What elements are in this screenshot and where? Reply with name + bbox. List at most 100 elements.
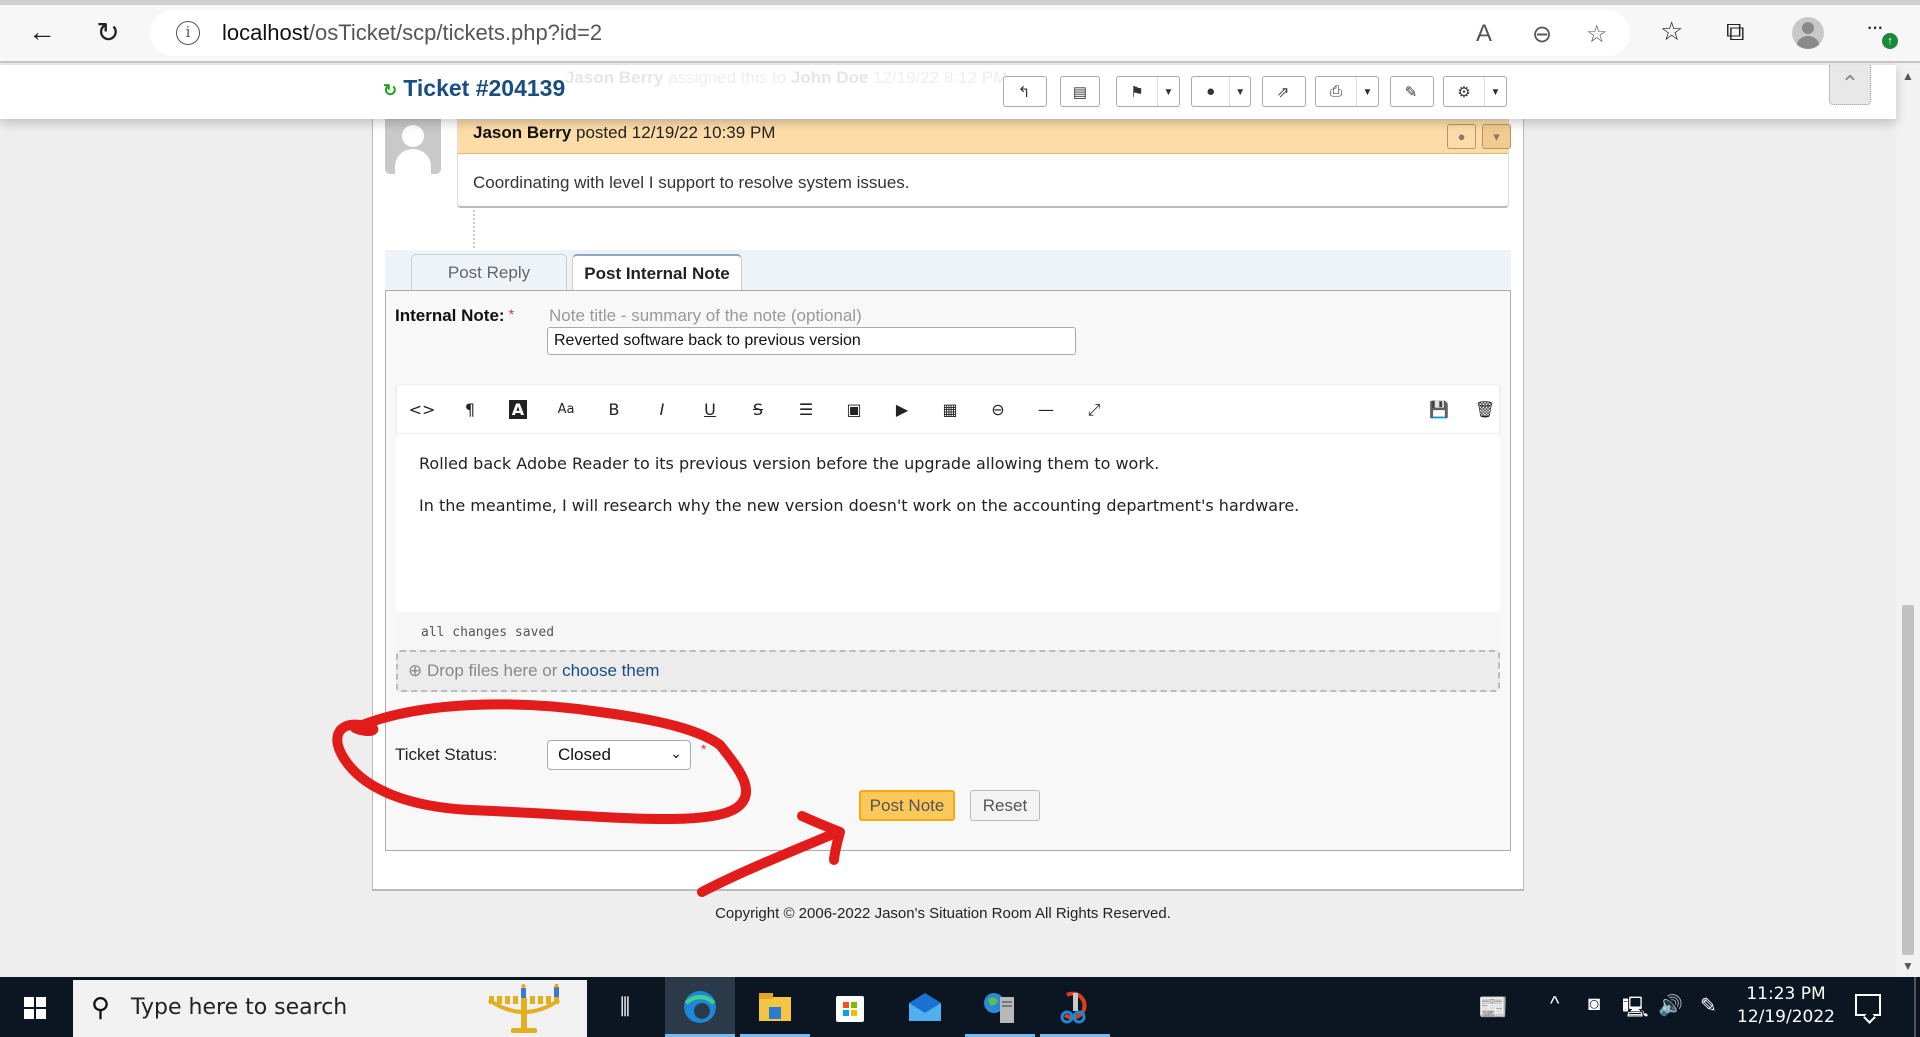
tab-post-reply[interactable]: Post Reply [411, 254, 567, 291]
start-button[interactable] [0, 977, 72, 1037]
font-color-icon[interactable]: A [503, 397, 533, 423]
thread-options-dropdown[interactable]: ▾ [1482, 124, 1511, 149]
site-info-icon[interactable]: i [176, 21, 200, 45]
required-marker: * [701, 741, 707, 757]
edge-icon [684, 991, 716, 1023]
notification-center-icon[interactable] [1855, 994, 1881, 1016]
taskbar-store[interactable] [815, 977, 885, 1037]
chevron-down-icon: ⌄ [670, 745, 682, 761]
faded-thread-event: Jason Berry assigned this to John Doe 12… [565, 68, 1008, 87]
taskbar-search[interactable]: ⚲ Type here to search [73, 980, 587, 1037]
copyright: Copyright © 2006-2022 Jason's Situation … [715, 905, 1171, 922]
assign-button[interactable]: ● ▼ [1191, 76, 1251, 107]
draft-status: all changes saved [421, 625, 555, 640]
zoom-out-icon[interactable]: ⊖ [1532, 20, 1552, 49]
delete-draft-icon[interactable]: 🗑 [1470, 397, 1500, 423]
thread-author: Jason Berry [473, 123, 572, 142]
taskbar-iis-manager[interactable] [965, 977, 1035, 1037]
fullscreen-icon[interactable]: ⤢ [1079, 397, 1109, 423]
reset-button[interactable]: Reset [970, 790, 1040, 821]
collections-icon[interactable]: ⧉ [1726, 16, 1745, 48]
show-hidden-icons-chevron[interactable]: ^ [1550, 993, 1559, 1016]
edit-note-button[interactable]: ▤ [1060, 76, 1100, 107]
meet-now-icon[interactable]: ◙ [1588, 993, 1600, 1016]
volume-icon[interactable]: 🔊 [1658, 993, 1683, 1018]
refresh-icon[interactable]: ↻ [383, 81, 397, 100]
favorites-icon[interactable]: ☆ [1660, 16, 1683, 47]
show-desktop-button[interactable] [1914, 977, 1916, 1037]
ticket-sticky-header: Jason Berry assigned this to John Doe 12… [0, 65, 1896, 119]
tab-post-internal-note[interactable]: Post Internal Note [572, 254, 742, 292]
scroll-to-top-button[interactable]: ⌃ [1829, 65, 1871, 105]
chevron-down-icon: ▼ [1484, 77, 1506, 106]
underline-icon[interactable]: U [695, 397, 725, 423]
document-icon: ▤ [1072, 83, 1088, 101]
list-icon[interactable]: ☰ [791, 397, 821, 423]
address-bar[interactable]: i localhost/osTicket/scp/tickets.php?id=… [150, 10, 1630, 56]
thread-entry-header: Jason Berry posted 12/19/22 10:39 PM ● ▾ [458, 120, 1511, 154]
url-text[interactable]: localhost/osTicket/scp/tickets.php?id=2 [222, 20, 602, 46]
network-icon[interactable]: 🖳 [1622, 993, 1649, 1027]
transfer-button[interactable]: ⇗ [1262, 76, 1306, 107]
video-icon[interactable]: ▶ [887, 397, 917, 423]
taskbar-edge[interactable] [665, 977, 735, 1037]
taskbar-file-explorer[interactable] [740, 977, 810, 1037]
thread-user-icon[interactable]: ● [1447, 124, 1476, 149]
chevron-down-icon: ▼ [1229, 77, 1250, 106]
add-favorite-icon[interactable]: ☆ [1586, 20, 1608, 49]
file-dropzone[interactable]: ⊕ Drop files here or choose them [396, 650, 1500, 692]
edit-icon: ✎ [1404, 83, 1418, 101]
page-title[interactable]: ↻ Ticket #204139 [383, 75, 565, 102]
response-tabs: Post Reply Post Internal Note [385, 250, 1511, 292]
image-icon[interactable]: ▣ [839, 397, 869, 423]
taskbar-snipping-tool[interactable] [1040, 977, 1110, 1037]
note-editor[interactable]: Rolled back Adobe Reader to its previous… [396, 434, 1500, 612]
taskbar-mail[interactable] [890, 977, 960, 1037]
link-icon[interactable]: ⊖ [983, 397, 1013, 423]
scroll-down-arrow[interactable]: ▼ [1902, 959, 1914, 973]
bold-icon[interactable]: B [599, 397, 629, 423]
task-view-button[interactable]: ⫼ [590, 977, 660, 1037]
update-available-icon: ↑ [1882, 33, 1898, 49]
table-icon[interactable]: ▦ [935, 397, 965, 423]
code-view-icon[interactable]: <> [407, 397, 437, 423]
reply-icon: ↰ [1017, 83, 1031, 101]
strikethrough-icon[interactable]: S [743, 397, 773, 423]
read-aloud-icon[interactable]: A [1476, 20, 1492, 48]
internal-note-label: Internal Note: * [395, 306, 515, 325]
choose-files-link[interactable]: choose them [562, 661, 659, 680]
ticket-status-label: Ticket Status: [395, 745, 498, 764]
more-options-button[interactable]: ⚙ ▼ [1443, 76, 1507, 107]
menorah-icon [487, 984, 561, 1033]
page-scrollbar[interactable]: ▲ ▼ [1896, 65, 1920, 977]
scroll-up-arrow[interactable]: ▲ [1902, 69, 1914, 83]
note-title-input[interactable] [547, 327, 1076, 355]
font-size-icon[interactable]: Aa [551, 397, 581, 423]
edit-button[interactable]: ✎ [1390, 76, 1434, 107]
back-icon[interactable]: ← [24, 14, 60, 50]
snipping-tool-icon [1060, 991, 1087, 1024]
share-icon: ⇗ [1276, 83, 1290, 101]
italic-icon[interactable]: I [647, 397, 677, 423]
horizontal-rule-icon[interactable]: — [1031, 397, 1061, 423]
reply-button[interactable]: ↰ [1003, 76, 1047, 107]
taskbar-clock[interactable]: 11:23 PM 12/19/2022 [1736, 983, 1836, 1029]
upload-icon: ⊕ [408, 661, 427, 680]
paragraph-icon[interactable]: ¶ [455, 397, 485, 423]
pen-icon[interactable]: ✎ [1700, 993, 1717, 1018]
task-view-icon: ⫼ [619, 994, 631, 1019]
profile-icon[interactable] [1792, 17, 1824, 49]
news-widget-icon[interactable]: 📰 [1478, 993, 1508, 1022]
ticket-status-select[interactable]: Closed ⌄ [547, 740, 691, 770]
internal-note-form: Internal Note: * Note title - summary of … [385, 290, 1511, 851]
refresh-icon[interactable]: ↻ [90, 14, 126, 50]
windows-taskbar: ⚲ Type here to search ⫼ � [0, 977, 1920, 1037]
chevron-down-icon: ▼ [1356, 77, 1378, 106]
flag-button[interactable]: ⚑ ▼ [1116, 76, 1180, 107]
scroll-thumb[interactable] [1902, 605, 1914, 955]
post-note-button[interactable]: Post Note [859, 790, 955, 821]
print-button[interactable]: ⎙ ▼ [1315, 76, 1379, 107]
save-draft-icon[interactable]: 💾 [1424, 397, 1454, 423]
folder-icon [759, 993, 791, 1021]
more-icon[interactable]: ··· [1866, 14, 1884, 40]
